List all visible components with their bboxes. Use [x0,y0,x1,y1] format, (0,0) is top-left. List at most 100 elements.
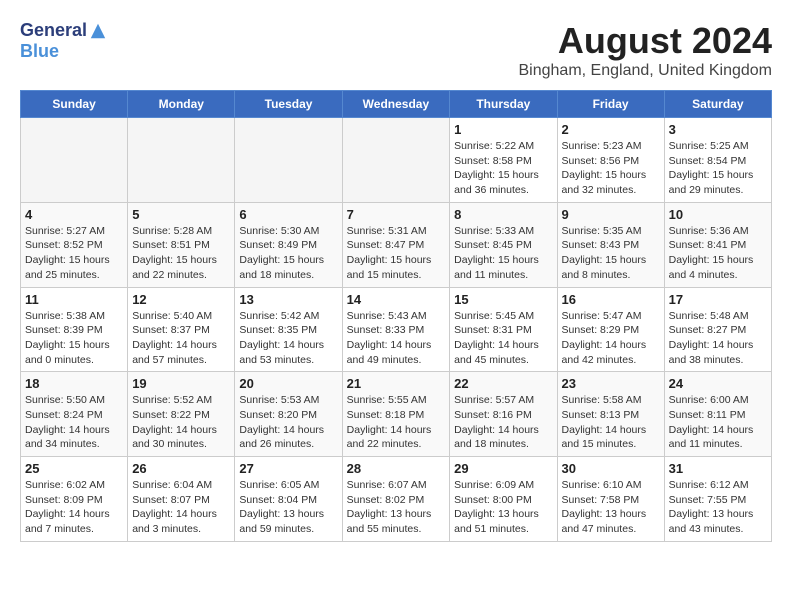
title-block: August 2024 Bingham, England, United Kin… [519,20,773,80]
day-number: 15 [454,292,552,307]
cell-sun-info: Sunrise: 5:28 AM Sunset: 8:51 PM Dayligh… [132,224,230,283]
day-number: 8 [454,207,552,222]
calendar-cell: 30Sunrise: 6:10 AM Sunset: 7:58 PM Dayli… [557,457,664,542]
calendar-cell: 24Sunrise: 6:00 AM Sunset: 8:11 PM Dayli… [664,372,771,457]
calendar-cell: 13 Sunrise: 5:42 AM Sunset: 8:35 PM Dayli… [235,287,342,372]
calendar-cell: 18 Sunrise: 5:50 AM Sunset: 8:24 PM Dayli… [21,372,128,457]
cell-sun-info: Sunrise: 5:43 AM Sunset: 8:33 PM Dayligh… [347,309,446,368]
cell-sun-info: Sunrise: 6:09 AM Sunset: 8:00 PM Dayligh… [454,478,552,537]
calendar-cell: 8 Sunrise: 5:33 AM Sunset: 8:45 PM Daylig… [450,202,557,287]
day-number: 9 [562,207,660,222]
day-number: 10 [669,207,767,222]
calendar-cell: 21 Sunrise: 5:55 AM Sunset: 8:18 PM Dayli… [342,372,450,457]
day-number: 25 [25,461,123,476]
calendar-cell: 27 Sunrise: 6:05 AM Sunset: 8:04 PM Dayli… [235,457,342,542]
calendar-cell: 17 Sunrise: 5:48 AM Sunset: 8:27 PM Dayli… [664,287,771,372]
cell-sun-info: Sunrise: 5:48 AM Sunset: 8:27 PM Dayligh… [669,309,767,368]
calendar-cell: 14Sunrise: 5:43 AM Sunset: 8:33 PM Dayli… [342,287,450,372]
cell-sun-info: Sunrise: 5:27 AM Sunset: 8:52 PM Dayligh… [25,224,123,283]
cell-sun-info: Sunrise: 6:05 AM Sunset: 8:04 PM Dayligh… [239,478,337,537]
cell-sun-info: Sunrise: 5:22 AM Sunset: 8:58 PM Dayligh… [454,139,552,198]
day-header-tuesday: Tuesday [235,91,342,118]
day-number: 23 [562,376,660,391]
day-number: 21 [347,376,446,391]
day-number: 28 [347,461,446,476]
calendar-cell: 16 Sunrise: 5:47 AM Sunset: 8:29 PM Dayli… [557,287,664,372]
day-number: 5 [132,207,230,222]
calendar-cell: 23 Sunrise: 5:58 AM Sunset: 8:13 PM Dayli… [557,372,664,457]
calendar-cell: 11Sunrise: 5:38 AM Sunset: 8:39 PM Dayli… [21,287,128,372]
day-number: 27 [239,461,337,476]
day-number: 2 [562,122,660,137]
cell-sun-info: Sunrise: 5:38 AM Sunset: 8:39 PM Dayligh… [25,309,123,368]
day-header-friday: Friday [557,91,664,118]
calendar-cell: 1 Sunrise: 5:22 AM Sunset: 8:58 PM Daylig… [450,118,557,203]
calendar-cell: 5 Sunrise: 5:28 AM Sunset: 8:51 PM Daylig… [128,202,235,287]
month-year-title: August 2024 [519,20,773,62]
day-number: 31 [669,461,767,476]
day-number: 6 [239,207,337,222]
day-number: 4 [25,207,123,222]
cell-sun-info: Sunrise: 6:00 AM Sunset: 8:11 PM Dayligh… [669,393,767,452]
calendar-cell: 25 Sunrise: 6:02 AM Sunset: 8:09 PM Dayli… [21,457,128,542]
calendar-cell: 29 Sunrise: 6:09 AM Sunset: 8:00 PM Dayli… [450,457,557,542]
calendar-cell: 22Sunrise: 5:57 AM Sunset: 8:16 PM Dayli… [450,372,557,457]
calendar-cell: 20 Sunrise: 5:53 AM Sunset: 8:20 PM Dayli… [235,372,342,457]
location-subtitle: Bingham, England, United Kingdom [519,62,773,80]
calendar-cell [128,118,235,203]
calendar-cell [21,118,128,203]
day-header-wednesday: Wednesday [342,91,450,118]
calendar-cell [235,118,342,203]
calendar-cell: 28 Sunrise: 6:07 AM Sunset: 8:02 PM Dayli… [342,457,450,542]
cell-sun-info: Sunrise: 5:31 AM Sunset: 8:47 PM Dayligh… [347,224,446,283]
logo-icon [89,22,107,40]
cell-sun-info: Sunrise: 6:04 AM Sunset: 8:07 PM Dayligh… [132,478,230,537]
calendar-week-row: 25 Sunrise: 6:02 AM Sunset: 8:09 PM Dayli… [21,457,772,542]
calendar-week-row: 18 Sunrise: 5:50 AM Sunset: 8:24 PM Dayli… [21,372,772,457]
day-number: 29 [454,461,552,476]
day-header-sunday: Sunday [21,91,128,118]
day-number: 1 [454,122,552,137]
day-number: 20 [239,376,337,391]
cell-sun-info: Sunrise: 5:52 AM Sunset: 8:22 PM Dayligh… [132,393,230,452]
cell-sun-info: Sunrise: 6:12 AM Sunset: 7:55 PM Dayligh… [669,478,767,537]
cell-sun-info: Sunrise: 5:30 AM Sunset: 8:49 PM Dayligh… [239,224,337,283]
day-header-thursday: Thursday [450,91,557,118]
calendar-cell: 6 Sunrise: 5:30 AM Sunset: 8:49 PM Daylig… [235,202,342,287]
cell-sun-info: Sunrise: 5:50 AM Sunset: 8:24 PM Dayligh… [25,393,123,452]
cell-sun-info: Sunrise: 5:55 AM Sunset: 8:18 PM Dayligh… [347,393,446,452]
cell-sun-info: Sunrise: 5:42 AM Sunset: 8:35 PM Dayligh… [239,309,337,368]
days-header-row: SundayMondayTuesdayWednesdayThursdayFrid… [21,91,772,118]
logo-general-text: General [20,20,87,41]
calendar-cell: 7Sunrise: 5:31 AM Sunset: 8:47 PM Daylig… [342,202,450,287]
calendar-cell: 15 Sunrise: 5:45 AM Sunset: 8:31 PM Dayli… [450,287,557,372]
cell-sun-info: Sunrise: 5:25 AM Sunset: 8:54 PM Dayligh… [669,139,767,198]
day-number: 16 [562,292,660,307]
calendar-cell: 2Sunrise: 5:23 AM Sunset: 8:56 PM Daylig… [557,118,664,203]
cell-sun-info: Sunrise: 5:45 AM Sunset: 8:31 PM Dayligh… [454,309,552,368]
day-number: 13 [239,292,337,307]
calendar-cell: 12Sunrise: 5:40 AM Sunset: 8:37 PM Dayli… [128,287,235,372]
cell-sun-info: Sunrise: 5:35 AM Sunset: 8:43 PM Dayligh… [562,224,660,283]
cell-sun-info: Sunrise: 5:40 AM Sunset: 8:37 PM Dayligh… [132,309,230,368]
page-header: General Blue August 2024 Bingham, Englan… [20,20,772,80]
calendar-cell: 9 Sunrise: 5:35 AM Sunset: 8:43 PM Daylig… [557,202,664,287]
calendar-cell: 26 Sunrise: 6:04 AM Sunset: 8:07 PM Dayli… [128,457,235,542]
calendar-cell [342,118,450,203]
day-number: 17 [669,292,767,307]
cell-sun-info: Sunrise: 5:53 AM Sunset: 8:20 PM Dayligh… [239,393,337,452]
day-number: 18 [25,376,123,391]
day-number: 19 [132,376,230,391]
cell-sun-info: Sunrise: 5:33 AM Sunset: 8:45 PM Dayligh… [454,224,552,283]
calendar-cell: 3Sunrise: 5:25 AM Sunset: 8:54 PM Daylig… [664,118,771,203]
calendar-cell: 31 Sunrise: 6:12 AM Sunset: 7:55 PM Dayli… [664,457,771,542]
day-number: 26 [132,461,230,476]
day-header-saturday: Saturday [664,91,771,118]
cell-sun-info: Sunrise: 5:58 AM Sunset: 8:13 PM Dayligh… [562,393,660,452]
cell-sun-info: Sunrise: 6:07 AM Sunset: 8:02 PM Dayligh… [347,478,446,537]
calendar-week-row: 11Sunrise: 5:38 AM Sunset: 8:39 PM Dayli… [21,287,772,372]
day-number: 22 [454,376,552,391]
calendar-cell: 4 Sunrise: 5:27 AM Sunset: 8:52 PM Daylig… [21,202,128,287]
cell-sun-info: Sunrise: 6:02 AM Sunset: 8:09 PM Dayligh… [25,478,123,537]
cell-sun-info: Sunrise: 5:47 AM Sunset: 8:29 PM Dayligh… [562,309,660,368]
